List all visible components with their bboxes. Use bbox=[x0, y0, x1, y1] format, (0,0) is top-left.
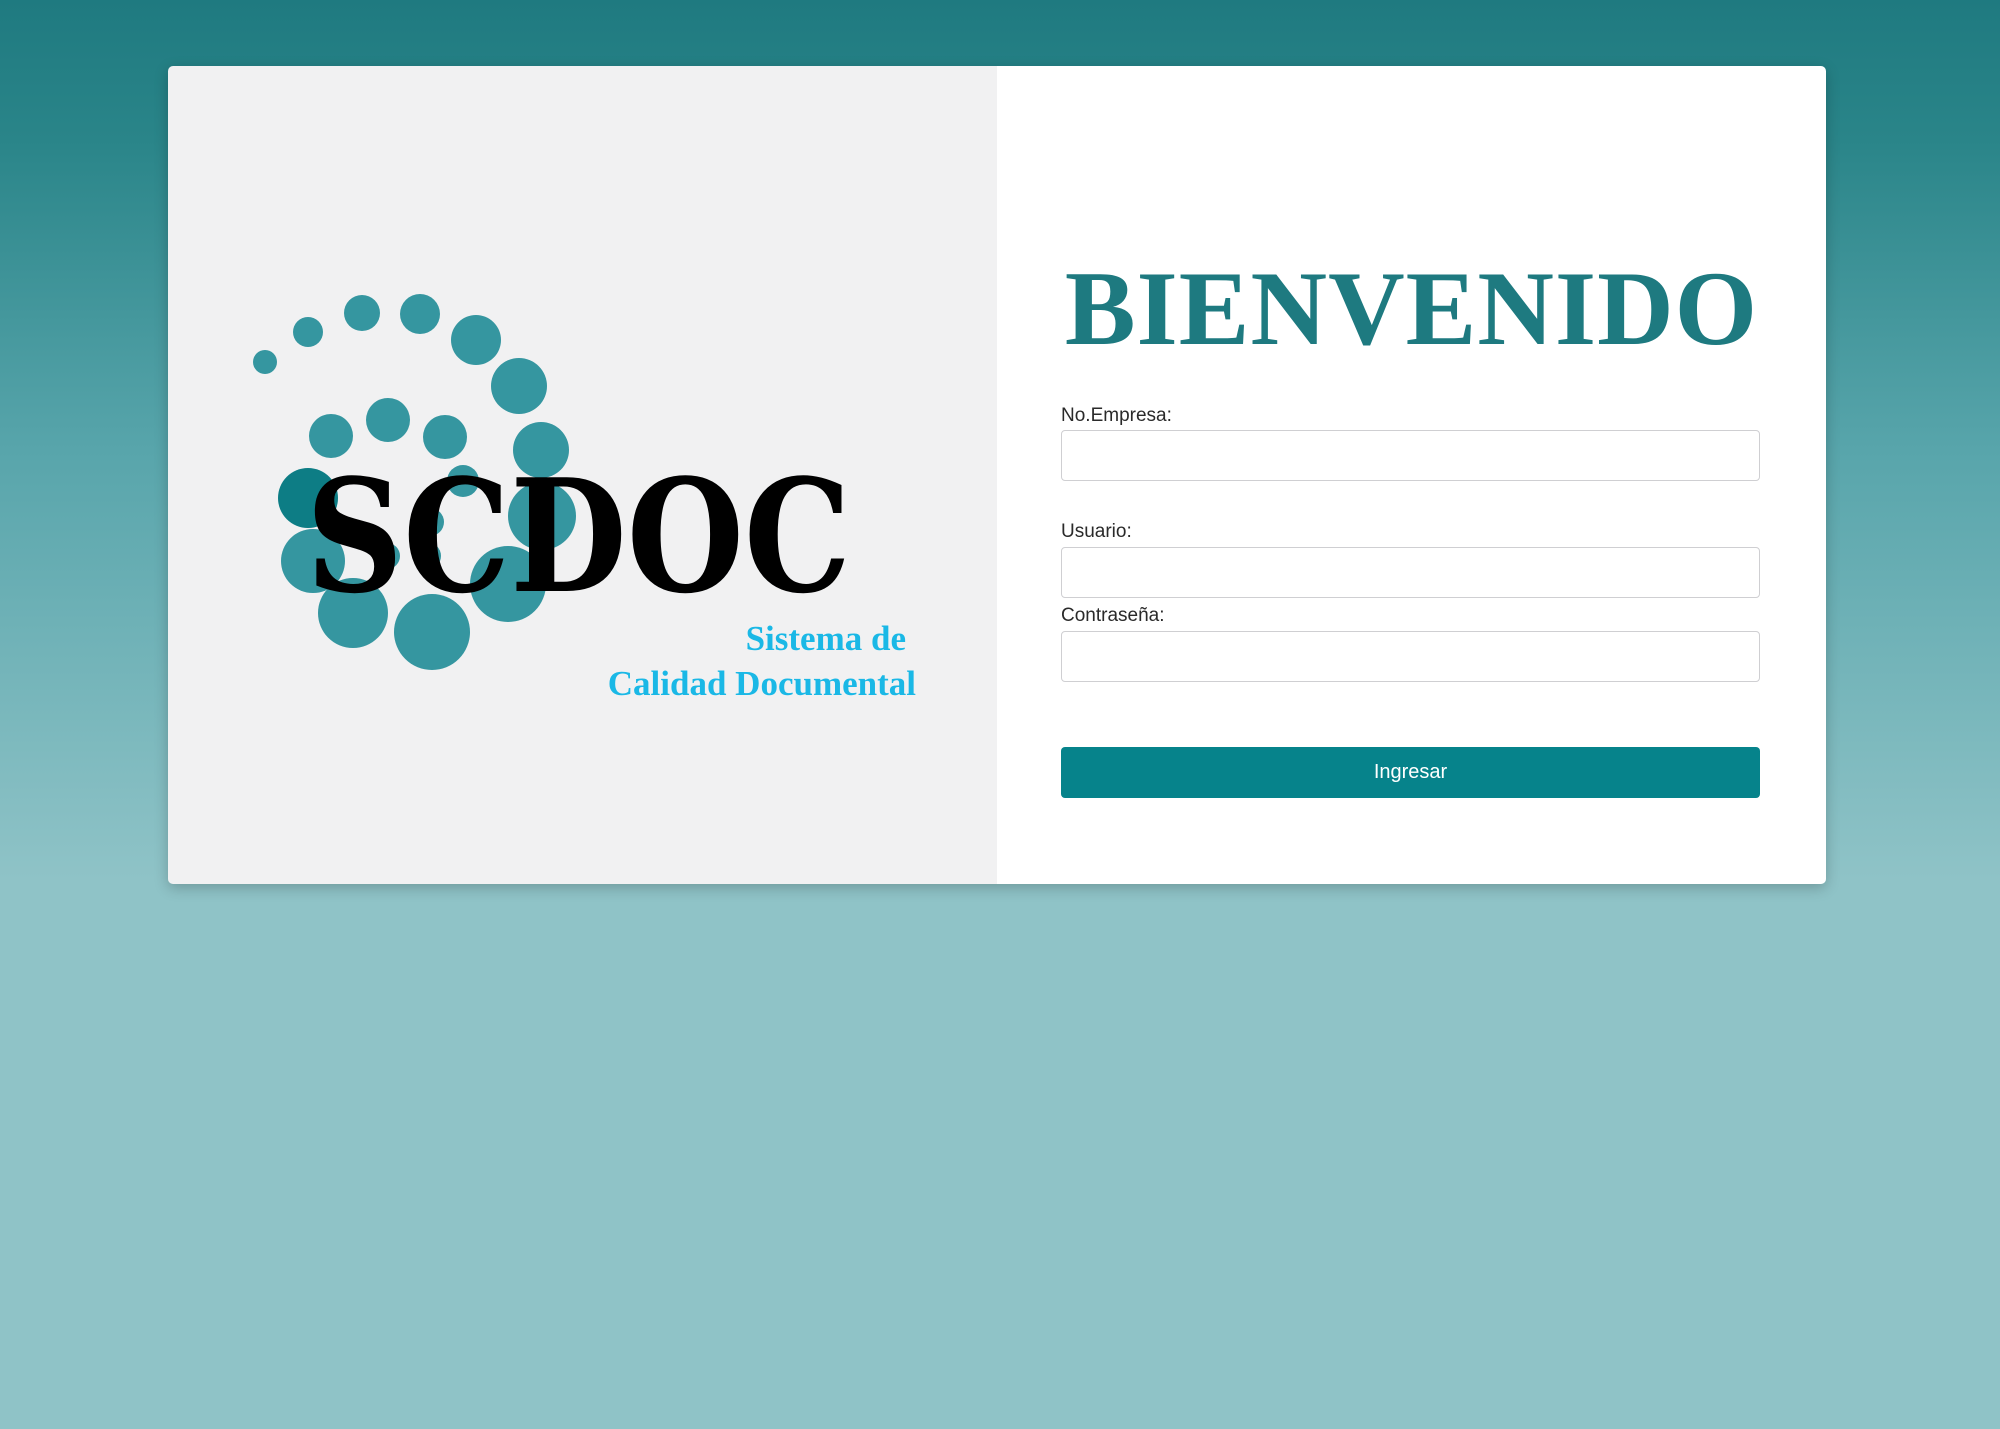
password-input[interactable] bbox=[1061, 631, 1760, 682]
company-number-input[interactable] bbox=[1061, 430, 1760, 481]
scdoc-logo: SCDOC Sistema de Calidad Documental bbox=[253, 294, 916, 703]
logo-tagline-line1: Sistema de bbox=[746, 619, 906, 658]
password-label: Contraseña: bbox=[1061, 605, 1165, 626]
logo-dot bbox=[344, 295, 380, 331]
logo-wordmark: SCDOC bbox=[306, 445, 851, 628]
logo-dot bbox=[253, 350, 277, 374]
username-label: Usuario: bbox=[1061, 521, 1132, 542]
username-input[interactable] bbox=[1061, 547, 1760, 598]
company-number-label: No.Empresa: bbox=[1061, 405, 1172, 426]
logo-panel: SCDOC Sistema de Calidad Documental bbox=[168, 66, 997, 884]
logo-dot bbox=[491, 358, 547, 414]
logo-dot bbox=[451, 315, 501, 365]
login-panel: BIENVENIDO No.Empresa: Usuario: Contrase… bbox=[997, 66, 1826, 884]
logo-tagline-line2: Calidad Documental bbox=[608, 664, 916, 703]
login-button[interactable]: Ingresar bbox=[1061, 747, 1760, 798]
welcome-title: BIENVENIDO bbox=[1064, 250, 1759, 367]
logo-dot bbox=[400, 294, 440, 334]
login-card: SCDOC Sistema de Calidad Documental BIEN… bbox=[168, 66, 1826, 884]
logo-dot bbox=[366, 398, 410, 442]
logo-dot bbox=[293, 317, 323, 347]
